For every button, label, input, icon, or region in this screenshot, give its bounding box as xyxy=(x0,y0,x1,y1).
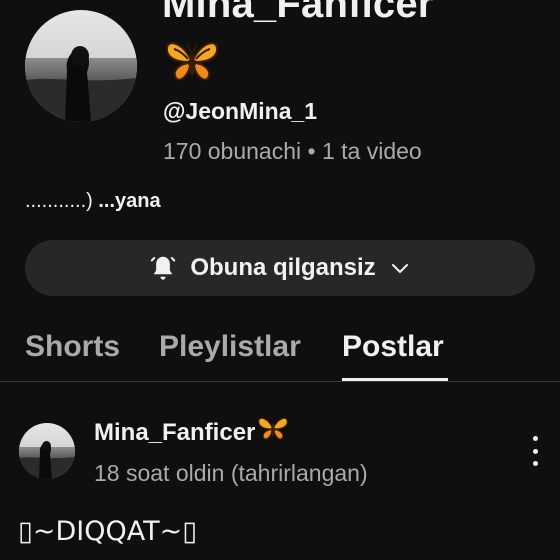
active-tab-indicator xyxy=(342,378,448,381)
tab-pleylistlar[interactable]: Pleylistlar xyxy=(159,330,301,364)
post-timestamp: 18 soat oldin (tahrirlangan) xyxy=(94,460,368,486)
channel-meta: 170 obunachi • 1 ta video xyxy=(163,138,422,164)
post-author-avatar[interactable] xyxy=(19,423,75,479)
channel-avatar[interactable] xyxy=(25,10,137,122)
more-options-icon[interactable] xyxy=(522,434,548,468)
tab-shorts[interactable]: Shorts xyxy=(25,330,120,364)
channel-name: Mina_Fanficer xyxy=(162,0,434,26)
tab-postlar[interactable]: Postlar xyxy=(342,330,444,364)
description-text: ...........) xyxy=(25,190,99,212)
butterfly-icon xyxy=(164,40,220,89)
butterfly-icon xyxy=(257,416,289,449)
subscribed-button[interactable]: Obuna qilgansiz xyxy=(25,240,535,296)
subscribed-label: Obuna qilgansiz xyxy=(190,254,376,281)
description-more-link[interactable]: ...yana xyxy=(98,190,160,212)
post-author-name: Mina_Fanficer xyxy=(94,418,256,446)
chevron-down-icon xyxy=(388,256,412,280)
channel-handle: @JeonMina_1 xyxy=(163,98,318,124)
channel-tabs: Shorts Pleylistlar Postlar xyxy=(0,320,560,382)
bell-icon xyxy=(148,253,178,283)
channel-description[interactable]: ...........) ...yana xyxy=(25,190,161,213)
post-author[interactable]: Mina_Fanficer xyxy=(94,416,289,449)
post-text: ▯~DIQQAT~▯ xyxy=(18,516,198,547)
